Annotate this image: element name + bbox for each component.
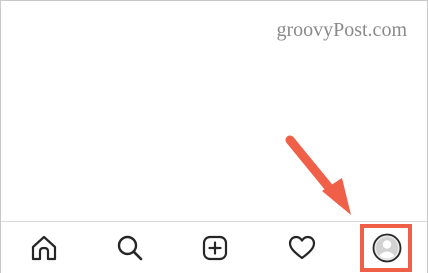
- pointer-arrow-icon: [285, 135, 351, 215]
